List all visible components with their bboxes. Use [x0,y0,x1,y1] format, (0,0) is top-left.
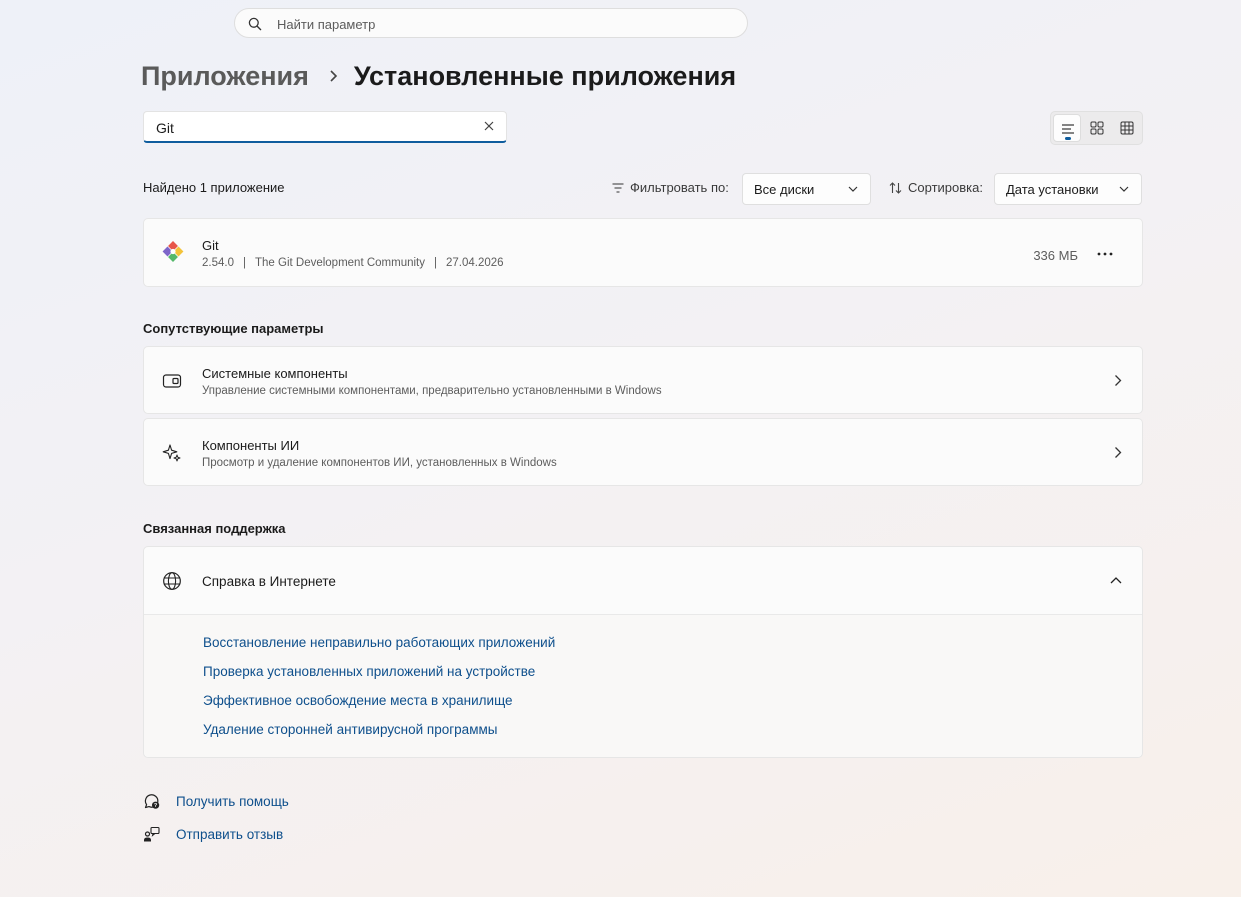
active-indicator [1065,137,1071,140]
separator: | [242,257,246,269]
separator: | [434,257,437,269]
related-settings-title: Сопутствующие параметры [143,321,324,336]
help-link-free-space[interactable]: Эффективное освобождение места в хранили… [203,693,513,708]
page-title: Установленные приложения [353,60,737,91]
tiles-view-button[interactable] [1083,114,1111,142]
system-components-icon [162,371,182,391]
git-app-icon [162,241,186,265]
filter-label-text: Фильтровать по: [630,180,729,195]
sort-value: Дата установки [1006,182,1099,197]
chevron-right-icon [1114,374,1122,387]
chevron-down-icon [848,186,858,192]
settings-search-input[interactable] [275,14,719,34]
help-link-repair-apps[interactable]: Восстановление неправильно работающих пр… [203,635,555,650]
app-search-input[interactable] [154,118,478,138]
chevron-right-icon [329,69,338,83]
filter-dropdown[interactable]: Все диски [742,173,871,205]
app-version: 2.54.0 [202,257,234,269]
filter-label: Фильтровать по: [612,180,729,195]
row-subtitle: Просмотр и удаление компонентов ИИ, уста… [202,457,557,469]
sparkle-icon [162,443,182,463]
view-mode-toggle [1050,111,1143,145]
app-details: 2.54.0 | The Git Development Community | 27.… [202,257,504,269]
row-subtitle: Управление системными компонентами, пред… [202,385,662,397]
web-help-header[interactable]: Справка в Интернете [144,547,1142,615]
filter-icon [612,182,624,193]
grid-view-button[interactable] [1113,114,1141,142]
row-title: Системные компоненты [202,366,348,381]
globe-icon [162,571,182,591]
search-icon [248,17,262,31]
chevron-up-icon [1110,576,1122,584]
sort-icon [889,181,902,194]
web-help-title: Справка в Интернете [202,574,336,589]
web-help-links: Восстановление неправильно работающих пр… [144,615,1142,757]
get-help-link[interactable]: ? Получить помощь [143,793,289,810]
app-name: Git [202,238,219,253]
app-card-git[interactable]: Git 2.54.0 | The Git Development Community… [143,218,1143,287]
filter-value: Все диски [754,182,815,197]
app-size: 336 МБ [1033,248,1078,263]
help-link-remove-antivirus[interactable]: Удаление сторонней антивирусной программ… [203,722,497,737]
app-install-date: 27.04.2026 [446,257,504,269]
ai-components-row[interactable]: Компоненты ИИ Просмотр и удаление компон… [143,418,1143,486]
list-view-button[interactable] [1053,114,1081,142]
feedback-icon [143,826,160,843]
clear-icon[interactable] [483,120,495,132]
web-help-expander: Справка в Интернете Восстановление непра… [143,546,1143,758]
related-support-title: Связанная поддержка [143,521,286,536]
results-count: Найдено 1 приложение [143,180,285,195]
row-title: Компоненты ИИ [202,438,300,453]
app-search-box[interactable] [143,111,507,143]
chevron-right-icon [1114,446,1122,459]
chevron-down-icon [1119,186,1129,192]
send-feedback-link[interactable]: Отправить отзыв [143,826,283,843]
send-feedback-label: Отправить отзыв [176,827,284,842]
breadcrumb: Приложения Установленные приложения [141,58,736,94]
get-help-label: Получить помощь [176,794,289,809]
settings-search-box[interactable] [234,8,748,38]
breadcrumb-apps-link[interactable]: Приложения [141,61,309,92]
system-components-row[interactable]: Системные компоненты Управление системны… [143,346,1143,414]
sort-dropdown[interactable]: Дата установки [994,173,1142,205]
app-publisher: The Git Development Community [254,257,425,269]
more-options-button[interactable] [1093,244,1117,264]
sort-label: Сортировка: [889,180,983,195]
help-icon: ? [143,793,160,810]
sort-label-text: Сортировка: [908,180,983,195]
help-link-check-installed[interactable]: Проверка установленных приложений на уст… [203,664,535,679]
